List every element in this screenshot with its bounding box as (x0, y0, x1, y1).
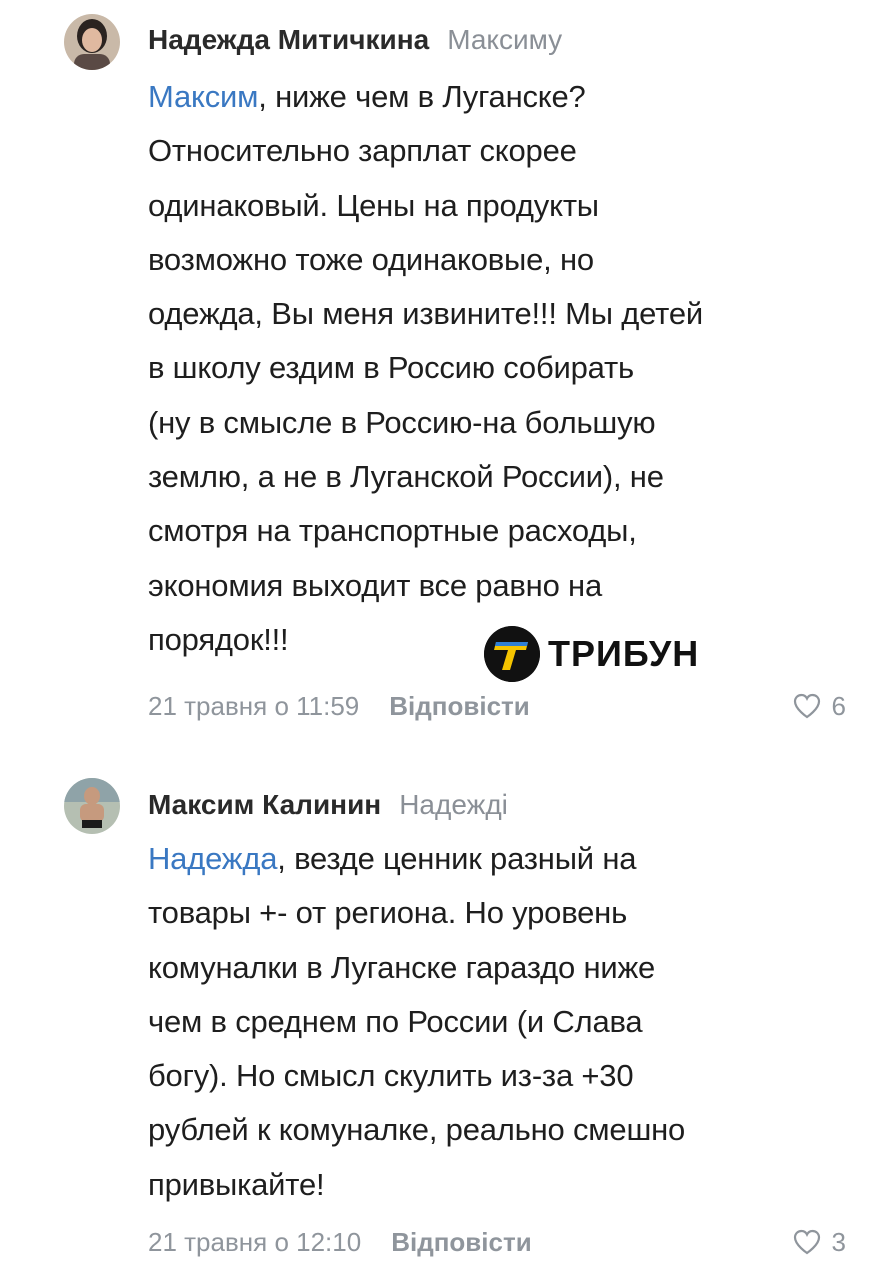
text-line: богу). Но смысл скулить из-за +30 (148, 1058, 634, 1094)
tribun-name: ТРИБУН (548, 633, 700, 674)
comment-text: Максим, ниже чем в Луганске? Относительн… (148, 70, 848, 667)
text-line: землю, а не в Луганской России), не (148, 459, 664, 495)
text-line: Относительно зарплат скорее (148, 133, 577, 169)
comment-1: Надежда Митичкина Максиму Максим, ниже че… (0, 0, 872, 740)
mention-link[interactable]: Надежда (148, 841, 277, 876)
heart-icon (793, 693, 820, 719)
text-line: возможно тоже одинаковые, но (148, 241, 594, 277)
reply-button[interactable]: Відповісти (389, 691, 529, 721)
avatar[interactable] (64, 14, 120, 70)
text-line: товары +- от региона. Но уровень (148, 895, 628, 931)
text-line: одинаковый. Цены на продукты (148, 187, 599, 223)
text-line: Максим, ниже чем в Луганске? (148, 79, 586, 114)
mention-link[interactable]: Максим (148, 79, 258, 114)
text-line: (ну в смысле в Россию-на большую (148, 404, 656, 440)
comment-meta: 21 травня о 12:10 Відповісти (148, 1226, 532, 1258)
avatar[interactable] (64, 778, 120, 834)
comment-2: Максим Калинин Надежді Надежда, везде цен… (0, 740, 872, 1280)
text-line: рублей к комуналке, реально смешно (148, 1112, 686, 1148)
reply-button[interactable]: Відповісти (391, 1227, 531, 1257)
author-name[interactable]: Максим Калинин (148, 789, 381, 820)
tribun-watermark: ТРИБУН (484, 626, 699, 682)
author-line: Максим Калинин Надежді (148, 787, 508, 823)
text-line: смотря на транспортные расходы, (148, 513, 637, 549)
reply-to-name[interactable]: Максиму (447, 24, 562, 55)
text-line: одежда, Вы меня извините!!! Мы детей (148, 296, 703, 332)
tribun-logo-icon (484, 626, 540, 682)
text-line: привыкайте! (148, 1166, 325, 1202)
reply-to-name[interactable]: Надежді (399, 789, 508, 820)
text-line: экономия выходит все равно на (148, 567, 602, 603)
author-name[interactable]: Надежда Митичкина (148, 24, 429, 55)
heart-icon (793, 1229, 820, 1255)
author-line: Надежда Митичкина Максиму (148, 22, 562, 58)
comment-meta: 21 травня о 11:59 Відповісти (148, 690, 530, 722)
comment-text: Надежда, везде ценник разный на товары +… (148, 832, 848, 1212)
timestamp: 21 травня о 11:59 (148, 691, 360, 721)
text-line: комуналки в Луганске гараздо ниже (148, 949, 656, 985)
text-line: чем в среднем по России (и Слава (148, 1003, 643, 1039)
like-count: 6 (831, 691, 846, 721)
text-line: Надежда, везде ценник разный на (148, 841, 637, 876)
like-button[interactable]: 3 (792, 1226, 846, 1258)
timestamp: 21 травня о 12:10 (148, 1227, 362, 1257)
text-line: в школу ездим в Россию собирать (148, 350, 634, 386)
like-button[interactable]: 6 (792, 690, 846, 722)
like-count: 3 (831, 1227, 846, 1257)
